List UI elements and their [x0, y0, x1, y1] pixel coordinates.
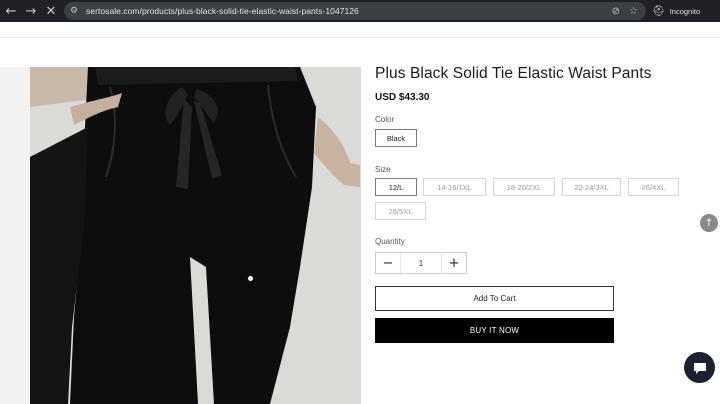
size-label: Size: [375, 165, 391, 174]
incognito-badge[interactable]: ⛑ Incognito: [652, 3, 700, 19]
color-option-black[interactable]: Black: [375, 129, 417, 147]
chat-icon[interactable]: [684, 352, 715, 383]
size-option[interactable]: 26/4XL: [628, 178, 679, 196]
back-to-top-icon[interactable]: ↑: [700, 214, 718, 232]
buy-it-now-button[interactable]: BUY IT NOW: [375, 318, 614, 343]
product-image[interactable]: [0, 67, 361, 404]
url-text[interactable]: sertosale.com/products/plus-black-solid-…: [86, 6, 359, 16]
stop-loading-icon[interactable]: ✕: [41, 0, 61, 22]
size-option[interactable]: 14-16/1XL: [423, 178, 486, 196]
back-icon[interactable]: ←: [1, 0, 21, 22]
mouse-cursor: [246, 274, 255, 283]
minus-icon[interactable]: −: [376, 253, 400, 273]
incognito-icon: ⛑: [652, 5, 665, 17]
add-to-cart-button[interactable]: Add To Cart: [375, 286, 614, 311]
size-option[interactable]: 22-24/3XL: [562, 178, 621, 196]
incognito-label: Incognito: [669, 6, 701, 16]
chat-bubble-icon: [693, 362, 706, 374]
header-divider: [0, 37, 720, 38]
product-photo-illustration: [0, 67, 361, 404]
plus-icon[interactable]: +: [442, 253, 466, 273]
product-price: USD $43.30: [375, 92, 430, 103]
size-option[interactable]: 12/L: [375, 178, 417, 196]
tracking-protection-icon[interactable]: ⊘: [612, 6, 620, 17]
forward-icon[interactable]: →: [21, 0, 41, 22]
product-title: Plus Black Solid Tie Elastic Waist Pants: [375, 65, 652, 82]
color-label: Color: [375, 115, 395, 124]
address-bar[interactable]: ⚙ sertosale.com/products/plus-black-soli…: [64, 2, 646, 20]
quantity-stepper: − 1 +: [375, 252, 467, 274]
quantity-input[interactable]: 1: [400, 253, 442, 273]
browser-toolbar: ← → ✕ ⚙ sertosale.com/products/plus-blac…: [0, 0, 720, 22]
quantity-label: Quantity: [375, 237, 405, 246]
site-settings-icon[interactable]: ⚙: [70, 6, 84, 16]
size-option[interactable]: 18-20/2XL: [493, 178, 555, 196]
bookmark-star-icon[interactable]: ☆: [629, 6, 638, 17]
size-option[interactable]: 28/5XL: [375, 202, 426, 220]
